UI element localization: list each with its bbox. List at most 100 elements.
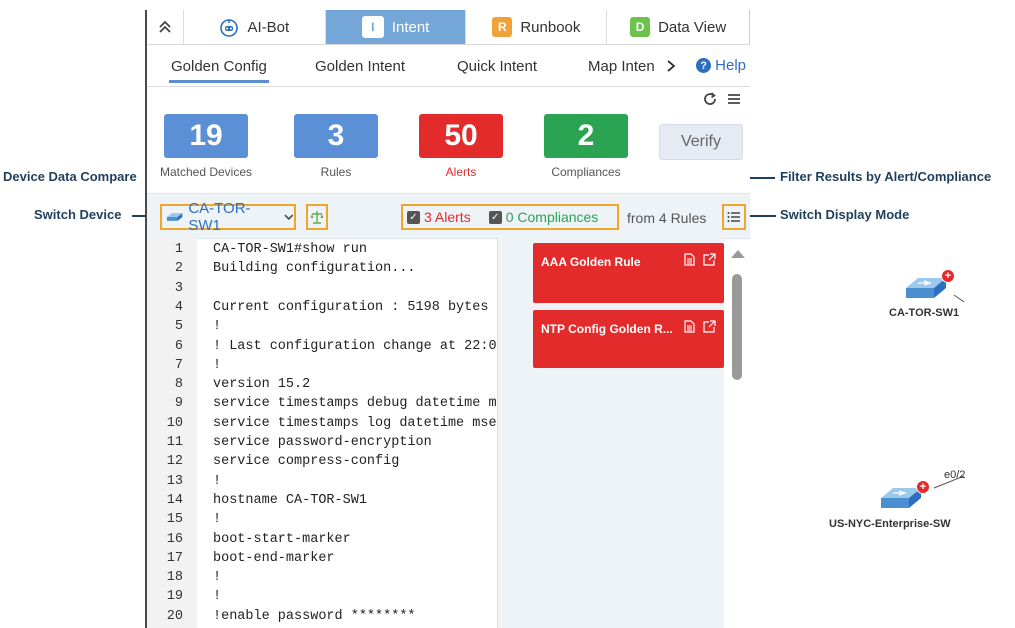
code-line: 14 hostname CA-TOR-SW1 <box>147 493 497 512</box>
line-number: 7 <box>174 357 183 373</box>
alert-card-aaa[interactable]: AAA Golden Rule <box>533 243 724 303</box>
code-line: 12 service compress-config <box>147 454 497 473</box>
map-node-label: US-NYC-Enterprise-SW <box>829 518 951 530</box>
line-number: 13 <box>166 473 183 489</box>
code-text: CA-TOR-SW1#show run <box>213 242 367 257</box>
alert-pane-scrollbar[interactable] <box>729 238 747 628</box>
alerts-label: Alerts <box>445 165 477 179</box>
device-name: CA-TOR-SW1 <box>188 200 251 234</box>
data-view-icon: D <box>630 17 651 37</box>
chevron-right-icon[interactable] <box>666 59 676 73</box>
intent-panel: AI-Bot I Intent R Runbook D Data View Go… <box>145 10 750 628</box>
line-number: 19 <box>166 589 183 605</box>
menu-icon[interactable] <box>726 91 742 107</box>
code-line: 11 service password-encryption <box>147 435 497 454</box>
tab-quick-intent[interactable]: Quick Intent <box>457 58 537 75</box>
compliances-filter-label[interactable]: 0 Compliances <box>506 209 599 225</box>
code-line: 5! <box>147 319 497 338</box>
code-line: 9 service timestamps debug datetime ms <box>147 396 497 415</box>
code-text: ! Last configuration change at 22:06 <box>213 338 498 354</box>
line-number: 3 <box>174 280 183 296</box>
alerts-filter-label[interactable]: 3 Alerts <box>424 209 471 225</box>
tab-label: Runbook <box>520 18 581 36</box>
line-number: 15 <box>166 512 183 528</box>
link-line <box>933 294 964 489</box>
tab-golden-intent[interactable]: Golden Intent <box>315 58 405 75</box>
code-line: 18! <box>147 570 497 589</box>
tab-label: AI-Bot <box>247 18 290 36</box>
alerts-card[interactable]: 50 <box>419 114 503 158</box>
switch-icon <box>166 213 183 221</box>
line-number: 17 <box>166 550 183 566</box>
line-number: 20 <box>166 608 183 624</box>
code-text: ! <box>213 319 222 335</box>
callout-switch-device: Switch Device <box>34 207 122 222</box>
robot-icon <box>220 19 239 37</box>
code-text: service timestamps log datetime msec <box>213 415 498 431</box>
alert-title: NTP Config Golden R... <box>541 322 673 336</box>
tab-intent[interactable]: I Intent <box>325 10 467 44</box>
help-label: Help <box>715 57 746 74</box>
open-external-icon[interactable] <box>703 253 716 266</box>
matched-devices-card[interactable]: 19 <box>164 114 248 158</box>
document-icon[interactable] <box>684 320 695 333</box>
code-text: ! <box>213 512 222 528</box>
alert-badge: + <box>916 480 930 494</box>
compliances-card[interactable]: 2 <box>544 114 628 158</box>
code-line: 1 CA-TOR-SW1#show run <box>147 242 497 261</box>
rules-count-text: from 4 Rules <box>627 210 707 226</box>
verify-button[interactable]: Verify <box>659 124 743 160</box>
refresh-icon[interactable] <box>702 91 718 107</box>
tab-runbook[interactable]: R Runbook <box>466 10 608 44</box>
chevron-down-icon <box>284 214 294 221</box>
line-number: 5 <box>174 319 183 335</box>
code-line: 15! <box>147 512 497 531</box>
scale-icon <box>310 211 324 224</box>
tab-label: Intent <box>391 18 430 36</box>
code-text: service timestamps debug datetime ms <box>213 396 498 412</box>
panel-tools <box>702 91 742 107</box>
config-viewer[interactable]: 1 CA-TOR-SW1#show run 2 Building configurat… <box>147 238 498 628</box>
tab-map-intent[interactable]: Map Inten <box>588 58 655 75</box>
map-canvas[interactable]: + CA-TOR-SW1 + US-NYC-Enterprise-SW e0/2 <box>749 10 965 628</box>
compliances-checkbox[interactable]: ✓ <box>488 210 502 224</box>
alerts-checkbox[interactable]: ✓ <box>407 210 420 224</box>
code-text: boot-end-marker <box>213 550 335 566</box>
tab-ai-bot[interactable]: AI-Bot <box>184 10 326 44</box>
alert-card-ntp[interactable]: NTP Config Golden R... <box>533 310 724 368</box>
line-number: 14 <box>166 492 183 508</box>
code-line: 6 ! Last configuration change at 22:06 <box>147 339 497 358</box>
code-line: 16 boot-start-marker <box>147 532 497 551</box>
code-text: service password-encryption <box>213 435 432 450</box>
line-number: 16 <box>166 531 183 547</box>
code-text: hostname CA-TOR-SW1 <box>213 492 367 508</box>
line-number: 4 <box>174 299 183 315</box>
code-line: 2 Building configuration... <box>147 261 497 280</box>
line-number: 11 <box>166 435 183 450</box>
tab-data-view[interactable]: D Data View <box>607 10 750 44</box>
map-node-label: CA-TOR-SW1 <box>889 307 960 319</box>
list-icon <box>727 212 740 222</box>
help-icon: ? <box>696 58 712 73</box>
scrollbar-thumb[interactable] <box>732 274 742 380</box>
code-line: 7! <box>147 358 497 377</box>
intent-icon: I <box>361 16 384 38</box>
tab-golden-config[interactable]: Golden Config <box>169 58 269 83</box>
line-number: 6 <box>174 338 183 354</box>
help-link[interactable]: ? Help <box>696 57 746 74</box>
matched-devices-label: Matched Devices <box>159 165 253 179</box>
document-icon[interactable] <box>684 253 695 266</box>
device-data-compare-button[interactable] <box>306 204 328 230</box>
open-external-icon[interactable] <box>703 320 716 333</box>
compliances-label: Compliances <box>551 165 621 179</box>
code-line: 10 service timestamps log datetime msec <box>147 416 497 435</box>
switch-display-mode-button[interactable] <box>722 204 746 230</box>
rules-card[interactable]: 3 <box>294 114 378 158</box>
alert-rules-pane: AAA Golden Rule NTP Config Golden R... <box>498 238 724 628</box>
device-toolbar: CA-TOR-SW1 ✓ 3 Alerts ✓ 0 Compliances fr… <box>147 193 750 239</box>
device-selector[interactable]: CA-TOR-SW1 <box>160 200 296 234</box>
code-line: 20 !enable password ******** <box>147 609 497 628</box>
code-text: ! <box>213 570 222 586</box>
scroll-up-arrow-icon[interactable] <box>731 250 745 258</box>
collapse-panel-button[interactable] <box>147 10 184 44</box>
